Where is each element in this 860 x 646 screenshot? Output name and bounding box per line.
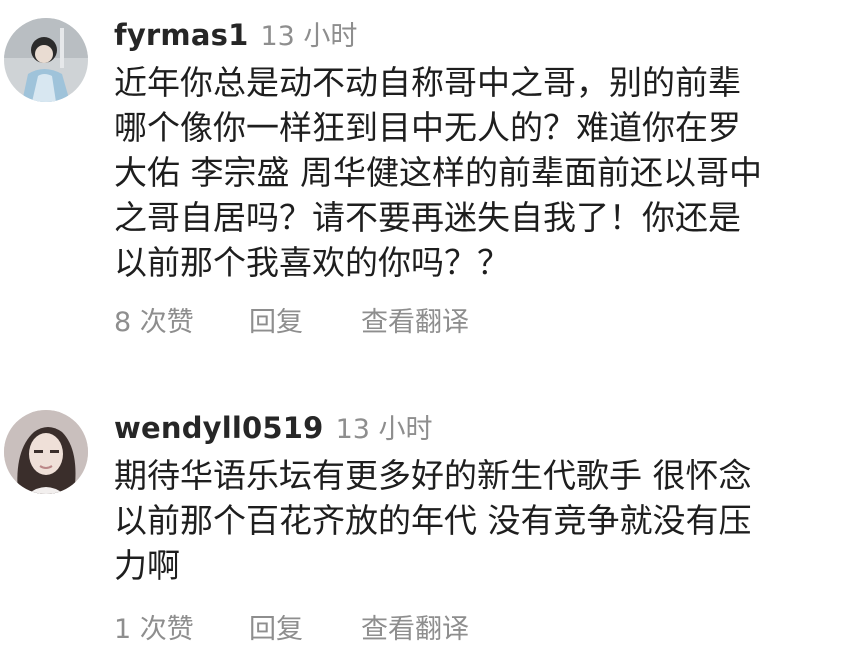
comment-header: fyrmas1 13 小时: [114, 14, 358, 52]
avatar[interactable]: [4, 410, 88, 494]
comment-header: wendyll0519 13 小时: [114, 407, 433, 445]
translate-button[interactable]: 查看翻译: [361, 607, 469, 646]
reply-button[interactable]: 回复: [249, 300, 361, 339]
username[interactable]: wendyll0519: [114, 411, 324, 445]
reply-button[interactable]: 回复: [249, 607, 361, 646]
likes-count[interactable]: 8 次赞: [114, 300, 249, 339]
comment-text: 近年你总是动不动自称哥中之哥，别的前辈 哪个像你一样狂到目中无人的？难道你在罗 …: [114, 63, 762, 282]
likes-count[interactable]: 1 次赞: [114, 607, 249, 646]
translate-button[interactable]: 查看翻译: [361, 300, 469, 339]
comment-text: 期待华语乐坛有更多好的新生代歌手 很怀念 以前那个百花齐放的年代 没有竞争就没有…: [114, 456, 752, 585]
comment-actions: 8 次赞 回复 查看翻译: [114, 300, 469, 339]
timestamp: 13 小时: [260, 21, 358, 52]
comment-actions: 1 次赞 回复 查看翻译: [114, 607, 469, 646]
avatar[interactable]: [4, 18, 88, 102]
username[interactable]: fyrmas1: [114, 18, 248, 52]
timestamp: 13 小时: [335, 414, 433, 445]
